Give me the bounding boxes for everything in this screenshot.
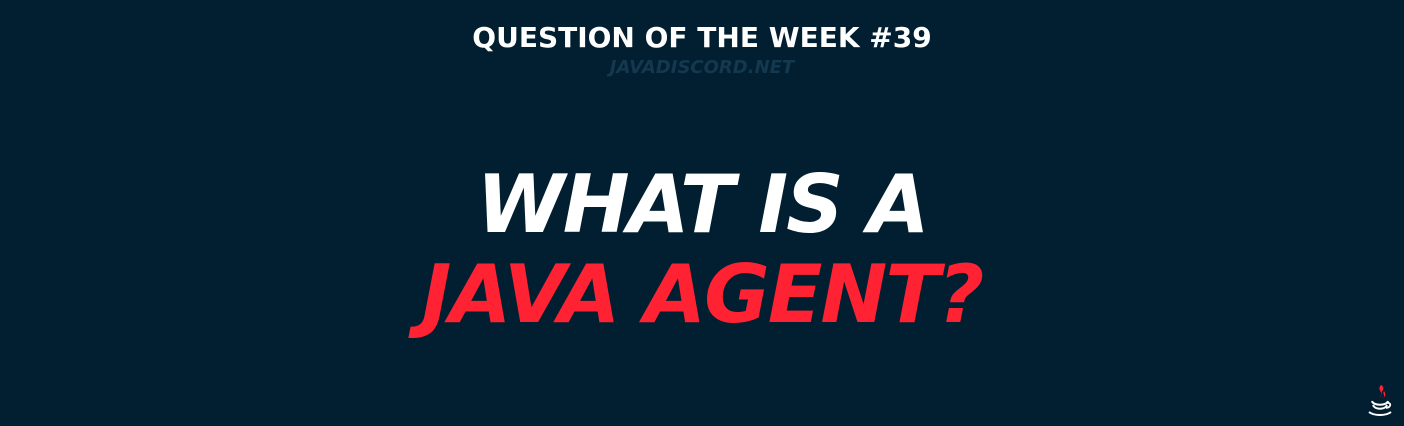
headline-line-2: JAVA AGENT?: [421, 248, 985, 341]
page-title: QUESTION OF THE WEEK #39: [472, 21, 932, 54]
java-coffee-cup-icon: [1368, 385, 1392, 416]
headline-line-1: WHAT IS A: [476, 158, 929, 251]
website-label: JAVADISCORD.NET: [609, 57, 795, 78]
